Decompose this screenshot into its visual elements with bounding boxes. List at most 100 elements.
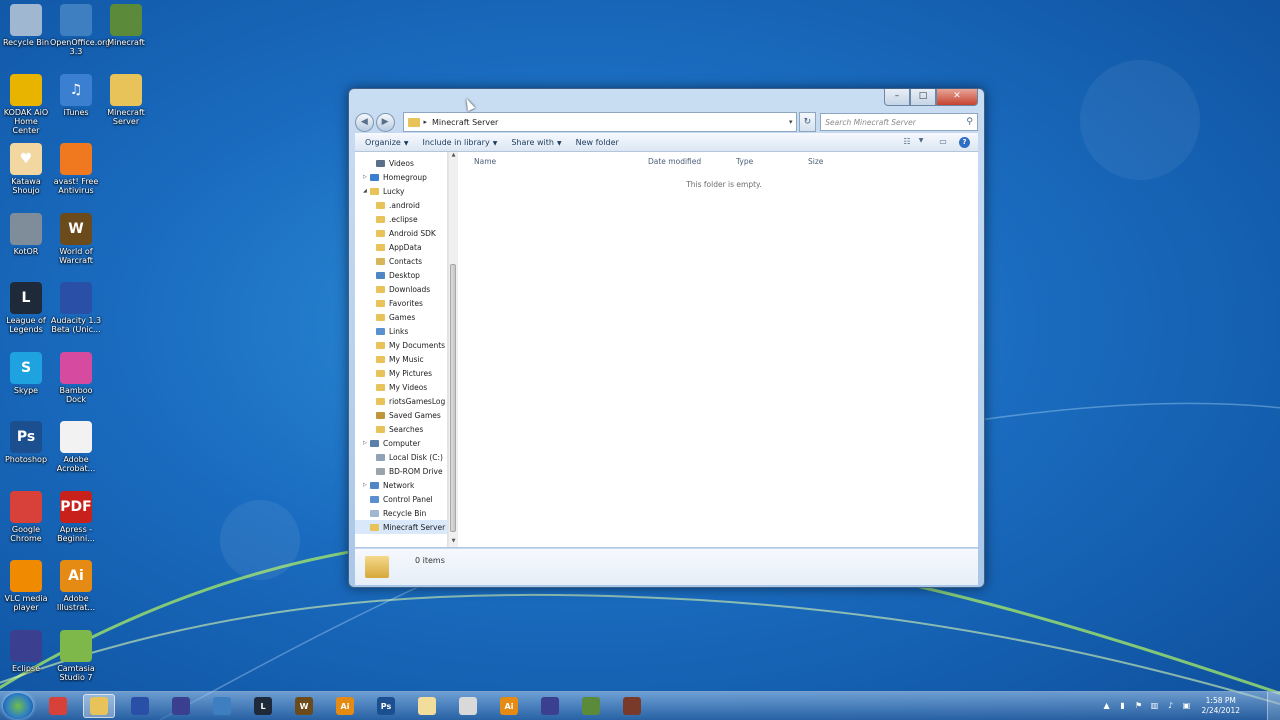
view-options-icon[interactable]: ☷ bbox=[901, 137, 913, 148]
share-with-button[interactable]: Share with ▼ bbox=[511, 138, 561, 147]
taskbar-app-button[interactable] bbox=[206, 694, 238, 718]
nav-item[interactable]: AppData bbox=[355, 240, 447, 254]
nav-item[interactable]: Android SDK bbox=[355, 226, 447, 240]
nav-item[interactable]: Favorites bbox=[355, 296, 447, 310]
taskbar-app-button[interactable] bbox=[124, 694, 156, 718]
desktop-icon[interactable]: Bamboo Dock bbox=[50, 351, 102, 404]
action-center-icon[interactable]: ⚑ bbox=[1134, 701, 1144, 711]
breadcrumb-current[interactable]: Minecraft Server bbox=[432, 118, 498, 127]
taskbar-app-button[interactable]: W bbox=[288, 694, 320, 718]
address-dropdown-icon[interactable]: ▾ bbox=[789, 118, 793, 126]
close-button[interactable]: ✕ bbox=[936, 89, 978, 106]
scroll-thumb[interactable] bbox=[450, 264, 456, 532]
column-name[interactable]: Name bbox=[474, 157, 496, 166]
nav-item[interactable]: Desktop bbox=[355, 268, 447, 282]
nav-item[interactable]: Recycle Bin bbox=[355, 506, 447, 520]
column-type[interactable]: Type bbox=[736, 157, 753, 166]
desktop-icon[interactable]: L League of Legends bbox=[0, 282, 52, 334]
desktop-icon[interactable]: Google Chrome bbox=[0, 490, 52, 543]
desktop-icon[interactable]: Adobe Acrobat... bbox=[50, 421, 102, 473]
column-date-modified[interactable]: Date modified bbox=[648, 157, 701, 166]
desktop-icon[interactable]: OpenOffice.org 3.3 bbox=[50, 4, 110, 56]
desktop-icon[interactable]: Eclipse bbox=[0, 629, 52, 673]
nav-item[interactable]: ▷ Computer bbox=[355, 436, 447, 450]
organize-button[interactable]: Organize ▼ bbox=[365, 138, 408, 147]
taskbar-app-button[interactable]: Ps bbox=[370, 694, 402, 718]
taskbar-app-button[interactable] bbox=[42, 694, 74, 718]
desktop-icon[interactable]: Ai Adobe Illustrat... bbox=[50, 560, 102, 612]
nav-item[interactable]: My Documents bbox=[355, 338, 447, 352]
taskbar-app-button[interactable] bbox=[83, 694, 115, 718]
desktop-icon[interactable]: KODAK AiO Home Center bbox=[0, 73, 52, 135]
column-size[interactable]: Size bbox=[808, 157, 823, 166]
desktop-icon[interactable]: Audacity 1.3 Beta (Unic... bbox=[50, 282, 102, 334]
expand-arrow-icon[interactable]: ▷ bbox=[363, 440, 370, 446]
nav-item[interactable]: ▷ Homegroup bbox=[355, 170, 447, 184]
desktop-icon[interactable]: Minecraft Server bbox=[100, 73, 152, 126]
nav-item[interactable]: My Music bbox=[355, 352, 447, 366]
nav-item[interactable]: Links bbox=[355, 324, 447, 338]
taskbar-app-button[interactable] bbox=[411, 694, 443, 718]
desktop-icon[interactable]: W World of Warcraft bbox=[50, 212, 102, 265]
expand-arrow-icon[interactable]: ▷ bbox=[363, 482, 370, 488]
minimize-button[interactable]: – bbox=[884, 89, 910, 106]
expand-arrow-icon[interactable]: ◢ bbox=[363, 188, 370, 194]
nav-item[interactable]: My Videos bbox=[355, 380, 447, 394]
desktop-icon[interactable]: Camtasia Studio 7 bbox=[50, 629, 102, 682]
back-button[interactable]: ◀ bbox=[355, 112, 374, 132]
power-icon[interactable]: ▮ bbox=[1118, 701, 1128, 711]
desktop-icon[interactable]: avast! Free Antivirus bbox=[50, 143, 102, 195]
desktop-icon[interactable]: S Skype bbox=[0, 351, 52, 395]
nav-item[interactable]: Saved Games bbox=[355, 408, 447, 422]
nav-item[interactable]: My Pictures bbox=[355, 366, 447, 380]
expand-arrow-icon[interactable]: ▷ bbox=[363, 174, 370, 180]
nav-item[interactable]: Searches bbox=[355, 422, 447, 436]
new-folder-button[interactable]: New folder bbox=[576, 138, 619, 147]
desktop-icon[interactable]: Minecraft bbox=[100, 4, 152, 47]
taskbar-app-button[interactable] bbox=[575, 694, 607, 718]
nav-item[interactable]: Contacts bbox=[355, 254, 447, 268]
desktop-icon[interactable]: Recycle Bin bbox=[0, 4, 52, 47]
taskbar-app-button[interactable] bbox=[534, 694, 566, 718]
explorer-window[interactable]: – □ ✕ ◀ ▶ ▸ Minecraft Server ▾ ↻ Search … bbox=[348, 88, 985, 588]
nav-item[interactable]: .eclipse bbox=[355, 212, 447, 226]
search-icon[interactable]: ⚲ bbox=[966, 117, 973, 127]
desktop-icon[interactable]: KotOR bbox=[0, 212, 52, 256]
address-bar[interactable]: ▸ Minecraft Server ▾ bbox=[402, 112, 797, 132]
display-icon[interactable]: ▣ bbox=[1182, 701, 1192, 711]
scroll-up-icon[interactable]: ▲ bbox=[449, 152, 458, 161]
maximize-button[interactable]: □ bbox=[910, 89, 936, 106]
help-icon[interactable]: ? bbox=[959, 136, 970, 148]
volume-icon[interactable]: ♪ bbox=[1166, 701, 1176, 711]
clock[interactable]: 1:58 PM 2/24/2012 bbox=[1202, 696, 1240, 716]
nav-item[interactable]: Local Disk (C:) bbox=[355, 450, 447, 464]
taskbar-app-button[interactable]: L bbox=[247, 694, 279, 718]
include-in-library-button[interactable]: Include in library ▼ bbox=[422, 138, 497, 147]
nav-item[interactable]: Videos bbox=[355, 156, 447, 170]
refresh-button[interactable]: ↻ bbox=[798, 112, 817, 132]
nav-item[interactable]: Games bbox=[355, 310, 447, 324]
breadcrumb-arrow-icon[interactable]: ▸ bbox=[424, 118, 428, 126]
nav-item[interactable]: ◢ Lucky bbox=[355, 184, 447, 198]
nav-item[interactable]: BD-ROM Drive bbox=[355, 464, 447, 478]
tray-expand-icon[interactable]: ▲ bbox=[1102, 701, 1112, 711]
nav-item[interactable]: riotsGamesLog bbox=[355, 394, 447, 408]
taskbar-app-button[interactable] bbox=[616, 694, 648, 718]
nav-item[interactable]: Control Panel bbox=[355, 492, 447, 506]
preview-pane-icon[interactable]: ▭ bbox=[937, 137, 949, 148]
search-input[interactable]: Search Minecraft Server ⚲ bbox=[820, 113, 978, 131]
desktop-icon[interactable]: VLC media player bbox=[0, 560, 52, 612]
show-desktop-button[interactable] bbox=[1267, 692, 1280, 720]
file-list[interactable]: Name Date modified Type Size This folder… bbox=[458, 152, 978, 547]
taskbar-app-button[interactable] bbox=[165, 694, 197, 718]
chevron-down-icon[interactable]: ▼ bbox=[915, 137, 927, 148]
desktop-icon[interactable]: ♥ Katawa Shoujo bbox=[0, 143, 52, 195]
scroll-down-icon[interactable]: ▼ bbox=[449, 538, 458, 547]
nav-item[interactable]: ▷ Network bbox=[355, 478, 447, 492]
desktop-icon[interactable]: Ps Photoshop bbox=[0, 421, 52, 464]
desktop-icon[interactable]: PDF Apress - Beginni... bbox=[50, 490, 102, 543]
taskbar-app-button[interactable]: Ai bbox=[329, 694, 361, 718]
desktop-icon[interactable]: ♫ iTunes bbox=[50, 73, 102, 117]
taskbar-app-button[interactable]: Ai bbox=[493, 694, 525, 718]
nav-item[interactable]: .android bbox=[355, 198, 447, 212]
